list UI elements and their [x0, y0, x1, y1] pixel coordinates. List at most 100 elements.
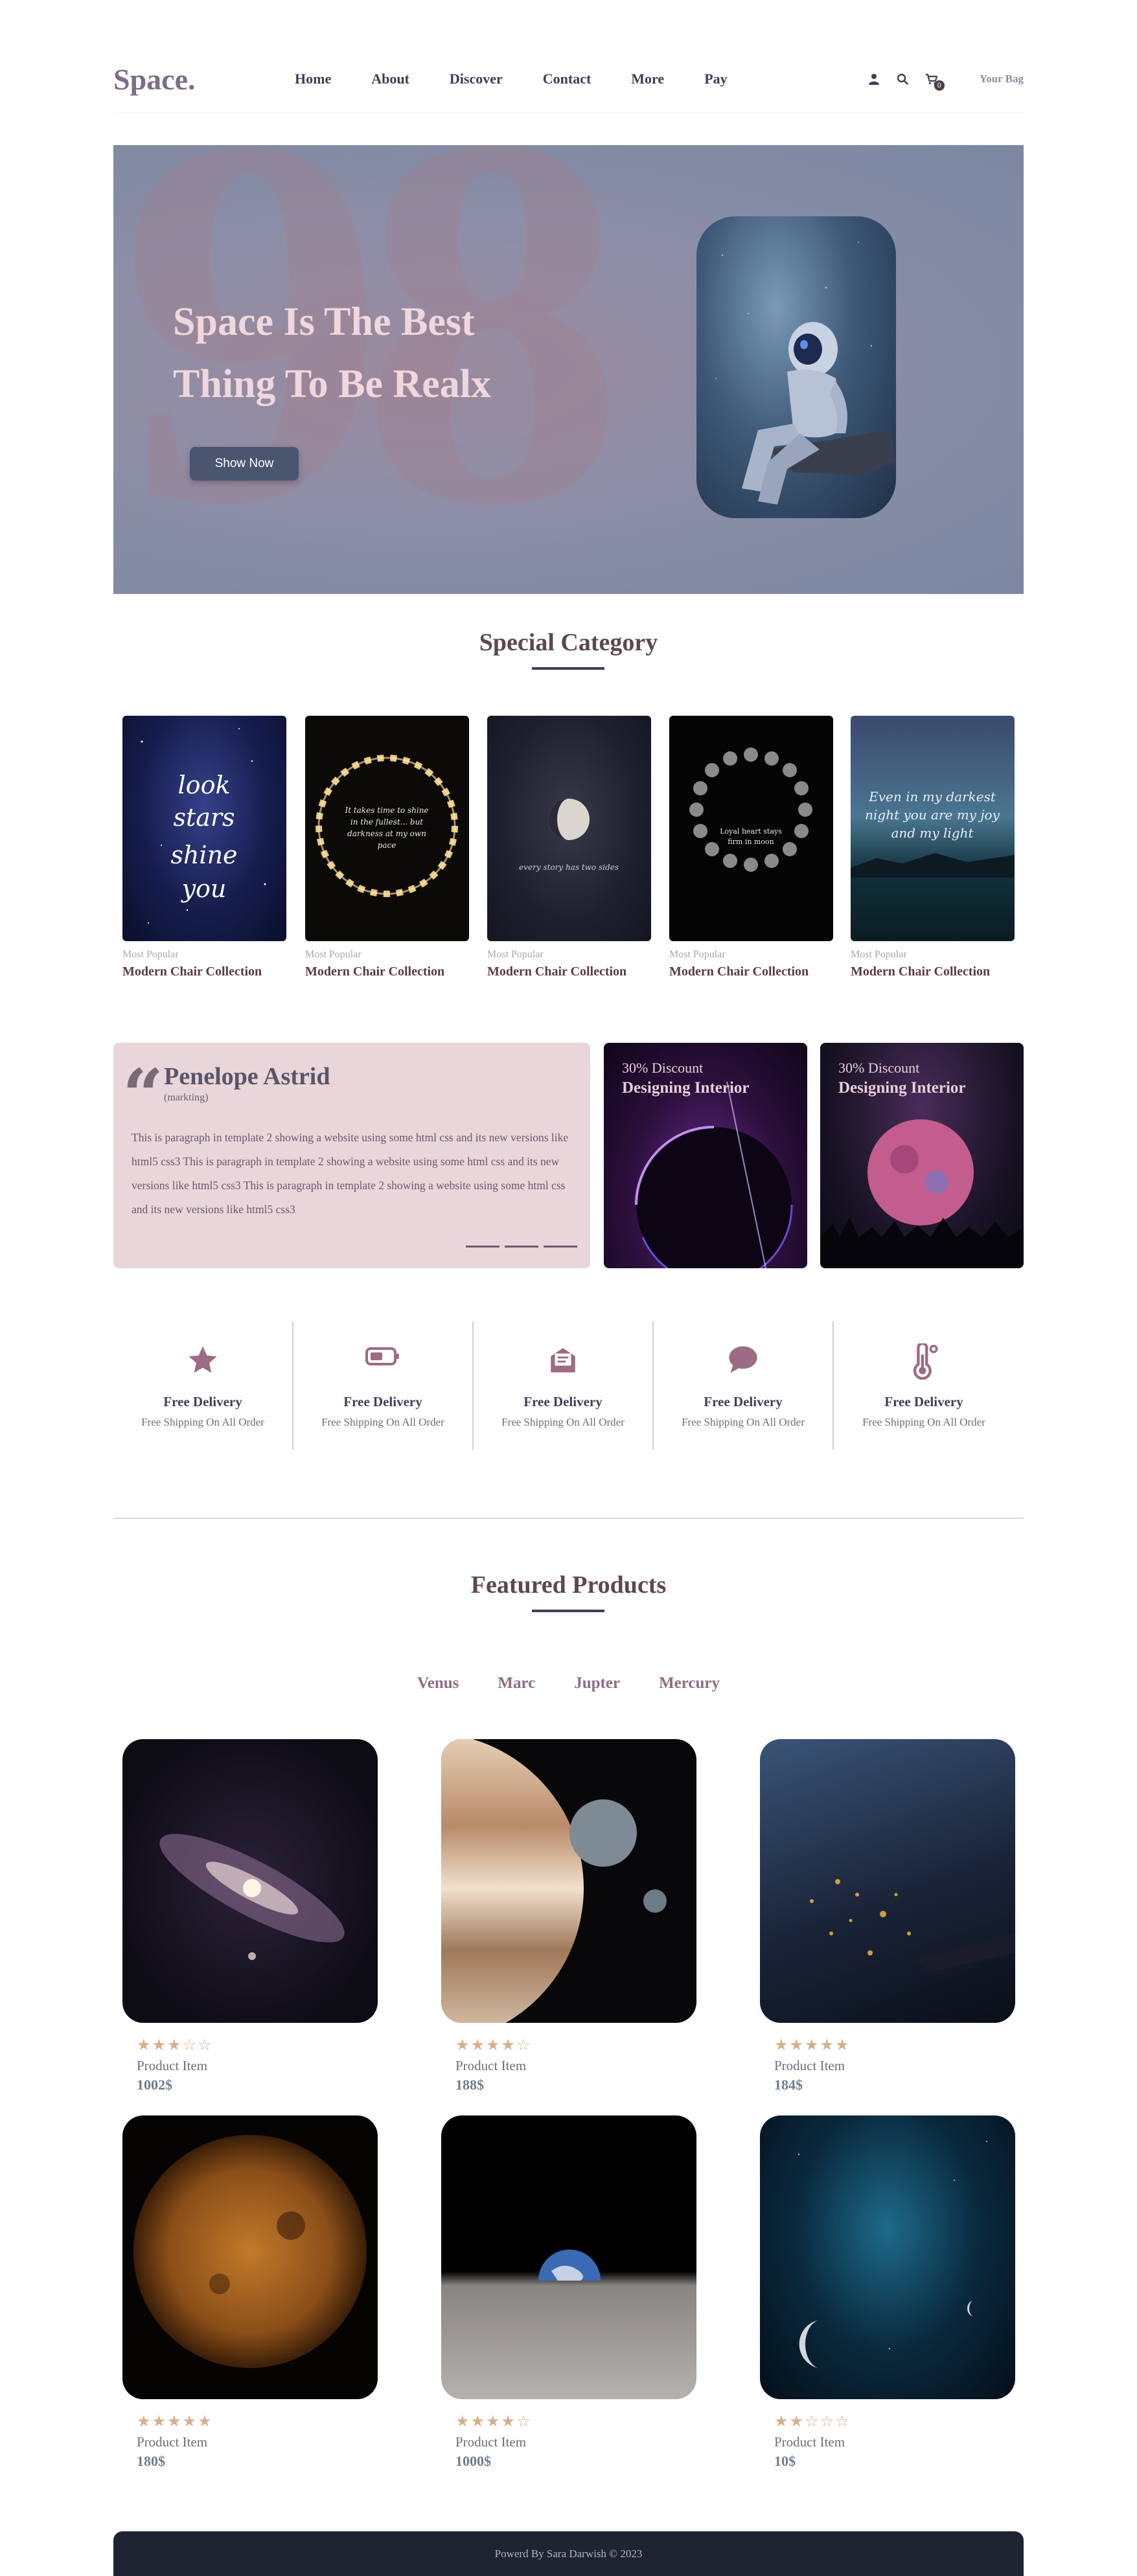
pagination-dash[interactable] — [505, 1246, 538, 1248]
category-image: Loyal heart stays firm in moon — [669, 716, 833, 941]
nav-discover[interactable]: Discover — [450, 71, 503, 87]
product-price: 180$ — [137, 2453, 165, 2469]
testimonial-card: “ Penelope Astrid (markting) This is par… — [113, 1043, 590, 1268]
site-footer: Powerd By Sara Darwish © 2023 — [113, 2531, 1024, 2576]
svg-text:shine: shine — [170, 841, 237, 869]
product-tabs: Venus Marc Jupter Mercury — [0, 1674, 1137, 1693]
feature-subtitle: Free Shipping On All Order — [141, 1416, 264, 1428]
tab-marc[interactable]: Marc — [498, 1674, 535, 1693]
promo-discount: 30% Discount — [838, 1060, 920, 1076]
category-subtitle: Most Popular — [305, 949, 362, 960]
battery-icon — [365, 1347, 399, 1365]
category-subtitle: Most Popular — [122, 949, 179, 960]
product-card[interactable]: ★★★★★ Product Item 184$ — [760, 1739, 1015, 2093]
promo-card[interactable]: 30% Discount Designing Interior — [820, 1043, 1024, 1268]
svg-text:night you are my joy: night you are my joy — [865, 807, 1000, 823]
category-name: Modern Chair Collection — [851, 964, 991, 979]
feature-subtitle: Free Shipping On All Order — [682, 1416, 805, 1428]
tab-mercury[interactable]: Mercury — [659, 1674, 720, 1693]
hero-title: Space Is The Best Thing To Be Realx — [173, 300, 491, 406]
main-nav: Home About Discover Contact More Pay — [295, 71, 728, 87]
product-name: Product Item — [137, 2434, 208, 2450]
cart-count-badge: 0 — [934, 80, 945, 91]
product-image — [760, 2115, 1015, 2399]
pagination-dash[interactable] — [544, 1246, 577, 1248]
svg-text:pace: pace — [378, 841, 396, 850]
product-image — [441, 2115, 696, 2399]
tab-venus[interactable]: Venus — [417, 1674, 459, 1693]
chat-bubble-icon — [729, 1346, 757, 1373]
feature-item: Free Delivery Free Shipping On All Order — [293, 1321, 474, 1450]
testimonial-name: Penelope Astrid — [164, 1063, 330, 1090]
thermometer-icon — [913, 1343, 938, 1380]
promo-card[interactable]: 30% Discount Designing Interior — [604, 1043, 807, 1268]
nav-more[interactable]: More — [631, 71, 664, 87]
category-card[interactable]: every story has two sides Most Popular M… — [487, 716, 651, 979]
svg-text:It takes time to shine: It takes time to shine — [344, 806, 428, 815]
rating-stars: ★★★☆☆ — [137, 2036, 213, 2054]
product-card[interactable]: ★★★★☆ Product Item 188$ — [441, 1739, 696, 2093]
nav-about[interactable]: About — [371, 71, 409, 87]
header-icons: 0 Your Bag — [868, 73, 1024, 91]
category-card[interactable]: Even in my darkest night you are my joy … — [851, 716, 1015, 979]
svg-text:and my light: and my light — [891, 825, 974, 841]
envelope-open-icon — [551, 1348, 575, 1373]
category-name: Modern Chair Collection — [669, 964, 809, 979]
feature-title: Free Delivery — [884, 1394, 963, 1409]
product-card[interactable]: ★★★★☆ Product Item 1000$ — [441, 2115, 696, 2470]
product-name: Product Item — [774, 2058, 845, 2073]
product-image — [122, 1739, 378, 2023]
rating-stars: ★★★★☆ — [455, 2412, 532, 2430]
product-price: 10$ — [774, 2453, 796, 2469]
product-price: 184$ — [774, 2077, 803, 2093]
feature-title: Free Delivery — [523, 1394, 603, 1409]
tab-jupter[interactable]: Jupter — [574, 1674, 620, 1693]
special-category-title: Special Category — [479, 629, 658, 656]
feature-item: Free Delivery Free Shipping On All Order — [654, 1321, 834, 1450]
rating-stars: ★★★★★ — [774, 2036, 851, 2054]
your-bag-link[interactable]: Your Bag — [980, 73, 1024, 85]
feature-subtitle: Free Shipping On All Order — [321, 1416, 444, 1428]
category-image: Even in my darkest night you are my joy … — [851, 716, 1015, 941]
search-icon[interactable] — [897, 73, 908, 85]
feature-subtitle: Free Shipping On All Order — [501, 1416, 625, 1428]
category-card[interactable]: Loyal heart stays firm in moon Most Popu… — [669, 716, 833, 979]
pagination-dash[interactable] — [466, 1246, 500, 1248]
user-icon[interactable] — [868, 73, 880, 85]
category-name: Modern Chair Collection — [122, 964, 262, 979]
feature-title: Free Delivery — [343, 1394, 422, 1409]
product-name: Product Item — [455, 2434, 527, 2450]
product-name: Product Item — [774, 2434, 845, 2450]
nav-pay[interactable]: Pay — [704, 71, 727, 87]
category-image: look stars shine you — [122, 716, 286, 941]
nav-home[interactable]: Home — [295, 71, 331, 87]
cart-button[interactable]: 0 — [925, 73, 945, 91]
product-price: 1002$ — [137, 2077, 172, 2093]
nav-contact[interactable]: Contact — [543, 71, 591, 87]
hero-banner: 98 Space Is The Best Thing To Be Realx S… — [113, 145, 1024, 594]
category-name: Modern Chair Collection — [305, 964, 445, 979]
promo-headline: Designing Interior — [838, 1079, 966, 1097]
category-subtitle: Most Popular — [669, 949, 726, 960]
testimonial-role: (markting) — [164, 1092, 209, 1103]
logo[interactable]: Space. — [113, 62, 295, 97]
category-card[interactable]: It takes time to shine in the fullest...… — [305, 716, 469, 979]
product-name: Product Item — [137, 2058, 208, 2073]
promo-headline: Designing Interior — [622, 1079, 750, 1097]
category-card[interactable]: look stars shine you Most Popular Modern… — [122, 716, 286, 979]
feature-title: Free Delivery — [704, 1394, 783, 1409]
feature-subtitle: Free Shipping On All Order — [862, 1416, 985, 1428]
category-image-text: look — [178, 771, 231, 799]
category-image: It takes time to shine in the fullest...… — [305, 716, 469, 941]
category-subtitle: Most Popular — [851, 949, 907, 960]
category-image: every story has two sides — [487, 716, 651, 941]
rating-stars: ★★★★☆ — [455, 2036, 532, 2054]
product-card[interactable]: ★★☆☆☆ Product Item 10$ — [760, 2115, 1015, 2470]
product-card[interactable]: ★★★★★ Product Item 180$ — [122, 2115, 378, 2470]
product-card[interactable]: ★★★☆☆ Product Item 1002$ — [122, 1739, 378, 2093]
feature-item: Free Delivery Free Shipping On All Order — [474, 1321, 654, 1450]
promo-discount: 30% Discount — [622, 1060, 704, 1076]
show-now-button[interactable]: Show Now — [190, 447, 299, 481]
product-name: Product Item — [455, 2058, 527, 2073]
product-price: 1000$ — [455, 2453, 491, 2469]
